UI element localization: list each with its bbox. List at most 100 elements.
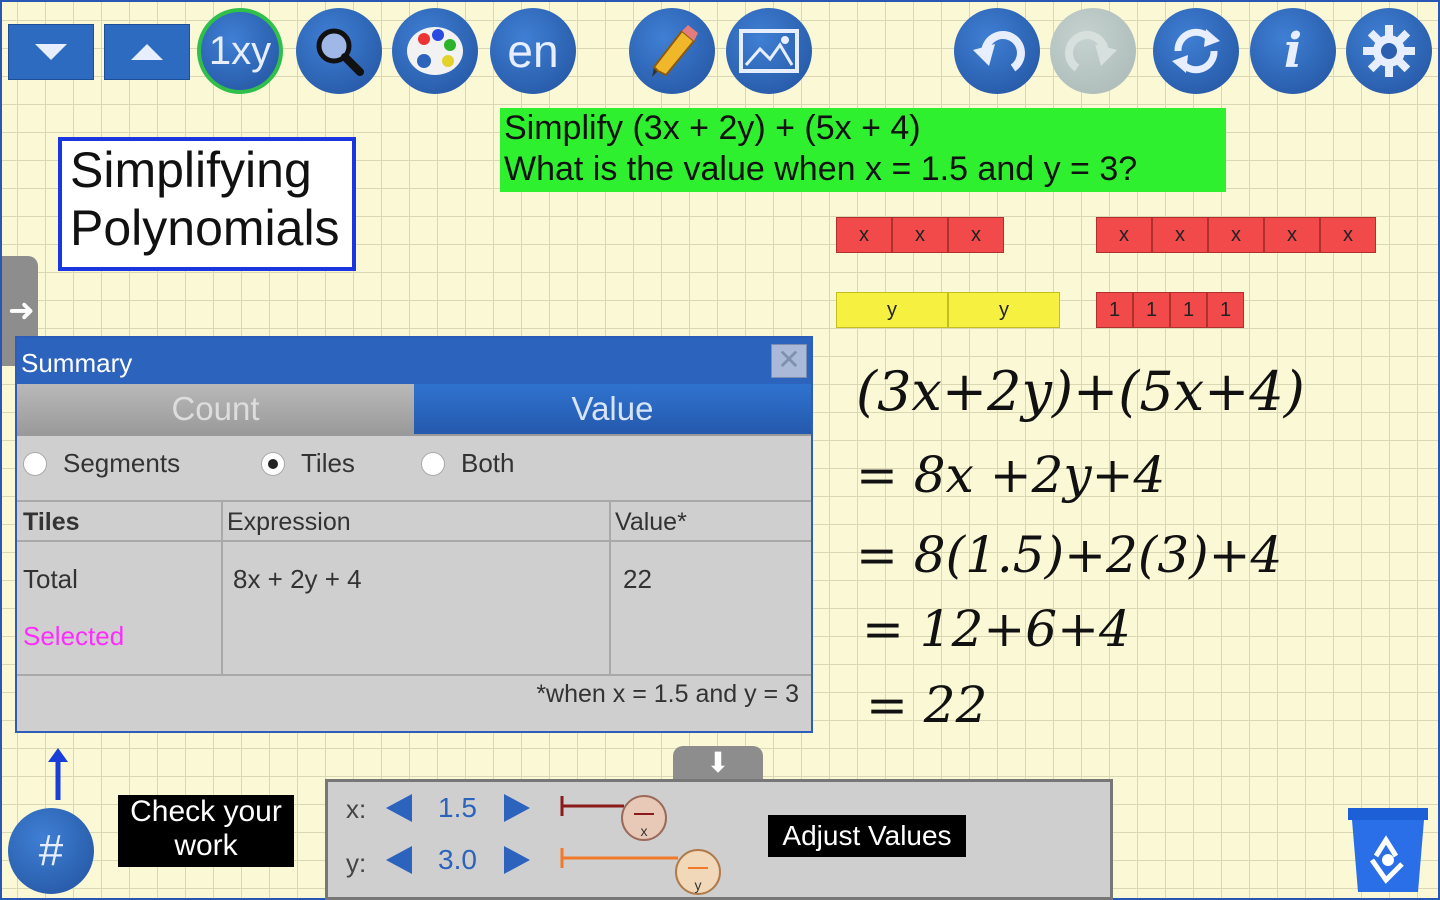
radio-tiles-label: Tiles <box>301 448 355 478</box>
summary-mode-radios: Segments Tiles Both <box>17 444 811 490</box>
column-divider <box>609 500 611 674</box>
radio-segments[interactable]: Segments <box>23 448 180 479</box>
x-tile[interactable]: x <box>948 217 1004 253</box>
radio-button-selected[interactable] <box>261 451 285 476</box>
x-tile[interactable]: x <box>1264 217 1320 253</box>
total-value: 22 <box>623 564 652 594</box>
variables-button[interactable]: 1xy <box>197 8 283 94</box>
recycle-bin-icon[interactable] <box>1346 804 1430 894</box>
selected-label: Selected <box>23 621 125 651</box>
radio-button[interactable] <box>23 451 47 476</box>
background-image-button[interactable] <box>726 8 812 94</box>
x-tile[interactable]: x <box>1208 217 1264 253</box>
header-tiles: Tiles <box>23 508 80 536</box>
y-value-slider[interactable]: y <box>558 842 728 898</box>
info-button[interactable]: i <box>1250 8 1336 94</box>
y-tiles-group[interactable]: y y <box>836 292 1060 328</box>
x-tile[interactable]: x <box>1096 217 1152 253</box>
handwriting-line-4: = 12+6+4 <box>862 600 1131 658</box>
table-divider <box>17 674 811 676</box>
radio-tiles[interactable]: Tiles <box>261 448 355 479</box>
summary-tabs: Count Value <box>17 384 811 436</box>
pencil-icon <box>652 25 698 77</box>
question-line-2: What is the value when x = 1.5 and y = 3… <box>504 150 1138 188</box>
summary-footnote: *when x = 1.5 and y = 3 <box>536 680 799 708</box>
zoom-button[interactable] <box>296 8 382 94</box>
x-increase-button[interactable] <box>504 794 530 822</box>
header-expression: Expression <box>227 508 351 536</box>
title-text-box[interactable]: Simplifying Polynomials <box>58 137 356 271</box>
y-tile[interactable]: y <box>836 292 948 328</box>
summary-panel: Summary ✕ Count Value Segments Tiles Bot… <box>15 336 813 733</box>
y-decrease-button[interactable] <box>386 846 412 874</box>
color-palette-button[interactable] <box>392 8 478 94</box>
grid-button[interactable]: # <box>8 808 94 894</box>
tab-count[interactable]: Count <box>17 384 414 434</box>
question-line-1: Simplify (3x + 2y) + (5x + 4) <box>504 109 921 147</box>
arrow-up-icon <box>48 748 68 800</box>
x-tiles-group-1[interactable]: x x x <box>836 217 1004 253</box>
x-value: 1.5 <box>438 792 477 823</box>
y-handle-label: y <box>695 877 702 893</box>
x-variable-label: x: <box>346 794 367 824</box>
header-value: Value* <box>615 508 687 536</box>
palette-icon <box>407 27 463 75</box>
table-divider <box>17 540 811 542</box>
handwriting-line-5: = 22 <box>866 676 988 734</box>
y-value: 3.0 <box>438 844 477 875</box>
unit-tile[interactable]: 1 <box>1207 292 1244 328</box>
adjust-panel-toggle[interactable]: ⬇ <box>673 746 763 780</box>
radio-button[interactable] <box>421 451 445 476</box>
adjust-values-panel: x: 1.5 x y: 3.0 y Adjust Values <box>325 779 1113 900</box>
scroll-down-button[interactable] <box>8 24 94 80</box>
unit-tile[interactable]: 1 <box>1096 292 1133 328</box>
x-value-slider[interactable]: x <box>558 790 678 846</box>
settings-button[interactable] <box>1346 8 1432 94</box>
chevron-up-icon <box>131 44 163 60</box>
x-tile[interactable]: x <box>836 217 892 253</box>
redo-button[interactable] <box>1050 8 1136 94</box>
x-tile[interactable]: x <box>892 217 948 253</box>
title-line-1: Simplifying <box>70 142 312 198</box>
arrow-right-icon: ➜ <box>8 292 35 328</box>
unit-tiles-group[interactable]: 1 1 1 1 <box>1096 292 1244 328</box>
arrow-down-icon: ⬇ <box>706 747 730 778</box>
summary-header[interactable]: Summary ✕ <box>17 338 811 384</box>
y-increase-button[interactable] <box>504 846 530 874</box>
total-expression: 8x + 2y + 4 <box>233 564 362 594</box>
summary-title: Summary <box>21 348 133 378</box>
title-line-2: Polynomials <box>70 200 340 256</box>
gear-icon <box>1363 25 1415 77</box>
question-text-box[interactable]: Simplify (3x + 2y) + (5x + 4) What is th… <box>500 108 1226 192</box>
summary-table: Tiles Expression Value* <box>17 500 811 536</box>
adjust-values-label: Adjust Values <box>768 815 966 857</box>
x-tile[interactable]: x <box>1152 217 1208 253</box>
reset-button[interactable] <box>1153 8 1239 94</box>
radio-both[interactable]: Both <box>421 448 515 479</box>
chevron-down-icon <box>35 44 67 60</box>
redo-icon <box>1065 31 1117 72</box>
unit-tile[interactable]: 1 <box>1133 292 1170 328</box>
language-label: en <box>507 25 559 77</box>
x-tiles-group-2[interactable]: x x x x x <box>1096 217 1376 253</box>
total-label: Total <box>23 564 78 594</box>
undo-button[interactable] <box>954 8 1040 94</box>
x-decrease-button[interactable] <box>386 794 412 822</box>
handwriting-line-3: = 8(1.5)+2(3)+4 <box>856 526 1283 584</box>
tab-value[interactable]: Value <box>414 384 811 434</box>
unit-tile[interactable]: 1 <box>1170 292 1207 328</box>
undo-icon <box>973 31 1025 72</box>
image-icon <box>739 29 799 73</box>
hash-icon: # <box>38 826 64 875</box>
magnifier-icon <box>316 28 364 76</box>
scroll-up-button[interactable] <box>104 24 190 80</box>
pencil-button[interactable] <box>629 8 715 94</box>
y-tile[interactable]: y <box>948 292 1060 328</box>
variables-label: 1xy <box>208 28 272 73</box>
close-button[interactable]: ✕ <box>771 344 807 378</box>
language-button[interactable]: en <box>490 8 576 94</box>
x-tile[interactable]: x <box>1320 217 1376 253</box>
check-work-line-2: work <box>174 829 238 862</box>
handwriting-line-2: = 8x +2y+4 <box>856 446 1166 504</box>
check-work-label[interactable]: Check your work <box>118 795 294 867</box>
